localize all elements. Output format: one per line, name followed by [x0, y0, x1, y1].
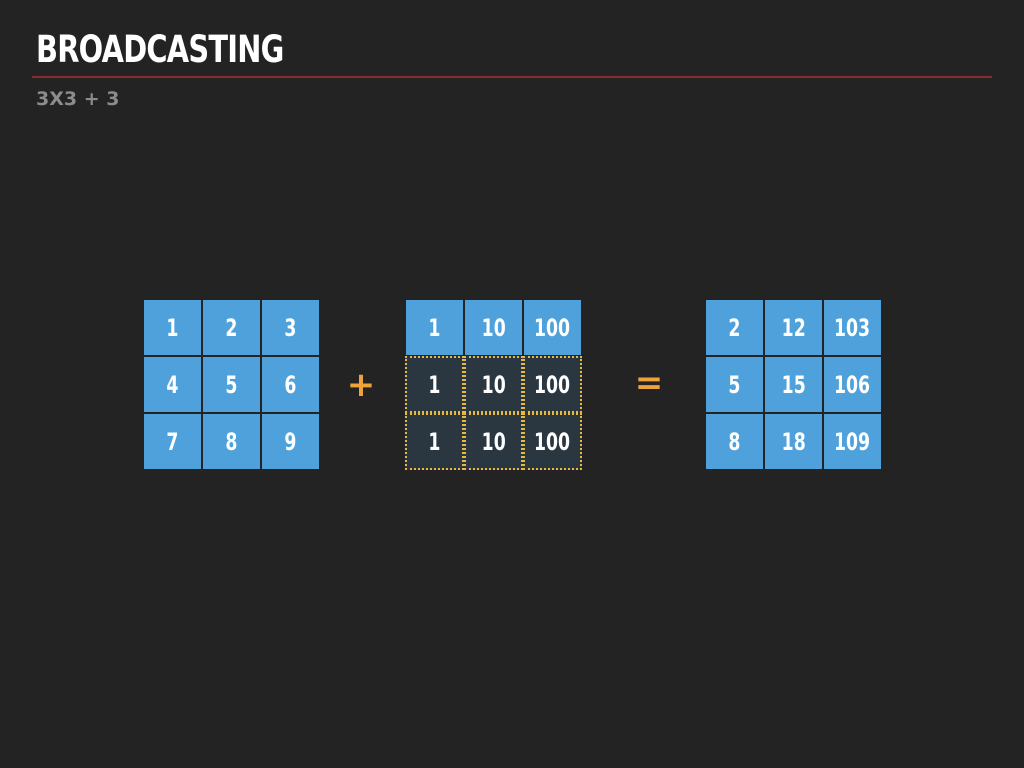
result-cell: 2 — [705, 299, 764, 356]
broadcast-cell: 100 — [523, 356, 582, 413]
broadcast-cell: 10 — [464, 356, 523, 413]
result-cell: 12 — [764, 299, 823, 356]
matrix-a-cell: 2 — [202, 299, 261, 356]
result-cell: 106 — [823, 356, 882, 413]
vector-b-cell: 100 — [523, 299, 582, 356]
title-divider — [32, 76, 992, 78]
matrix-a-cell: 1 — [143, 299, 202, 356]
matrix-a: 1 2 3 4 5 6 7 8 9 — [143, 299, 320, 470]
result-cell: 5 — [705, 356, 764, 413]
vector-b-cell: 1 — [405, 299, 464, 356]
slide: BROADCASTING 3X3 + 3 1 2 3 4 5 6 7 8 9 +… — [0, 0, 1024, 768]
matrix-a-cell: 9 — [261, 413, 320, 470]
result-cell: 103 — [823, 299, 882, 356]
matrix-a-cell: 4 — [143, 356, 202, 413]
slide-title: BROADCASTING — [36, 28, 284, 71]
matrix-a-cell: 6 — [261, 356, 320, 413]
broadcast-cell: 100 — [523, 413, 582, 470]
result-cell: 8 — [705, 413, 764, 470]
vector-b-broadcast: 1 10 100 1 10 100 1 10 100 — [405, 299, 582, 470]
broadcast-cell: 1 — [405, 356, 464, 413]
matrix-a-cell: 7 — [143, 413, 202, 470]
vector-b-cell: 10 — [464, 299, 523, 356]
result-cell: 15 — [764, 356, 823, 413]
matrix-a-cell: 8 — [202, 413, 261, 470]
result-matrix: 2 12 103 5 15 106 8 18 109 — [705, 299, 882, 470]
slide-subtitle: 3X3 + 3 — [36, 88, 120, 110]
broadcast-cell: 10 — [464, 413, 523, 470]
result-cell: 18 — [764, 413, 823, 470]
result-cell: 109 — [823, 413, 882, 470]
equals-operator: = — [634, 363, 664, 403]
plus-operator: + — [346, 365, 376, 405]
matrix-a-cell: 5 — [202, 356, 261, 413]
broadcast-cell: 1 — [405, 413, 464, 470]
matrix-a-cell: 3 — [261, 299, 320, 356]
